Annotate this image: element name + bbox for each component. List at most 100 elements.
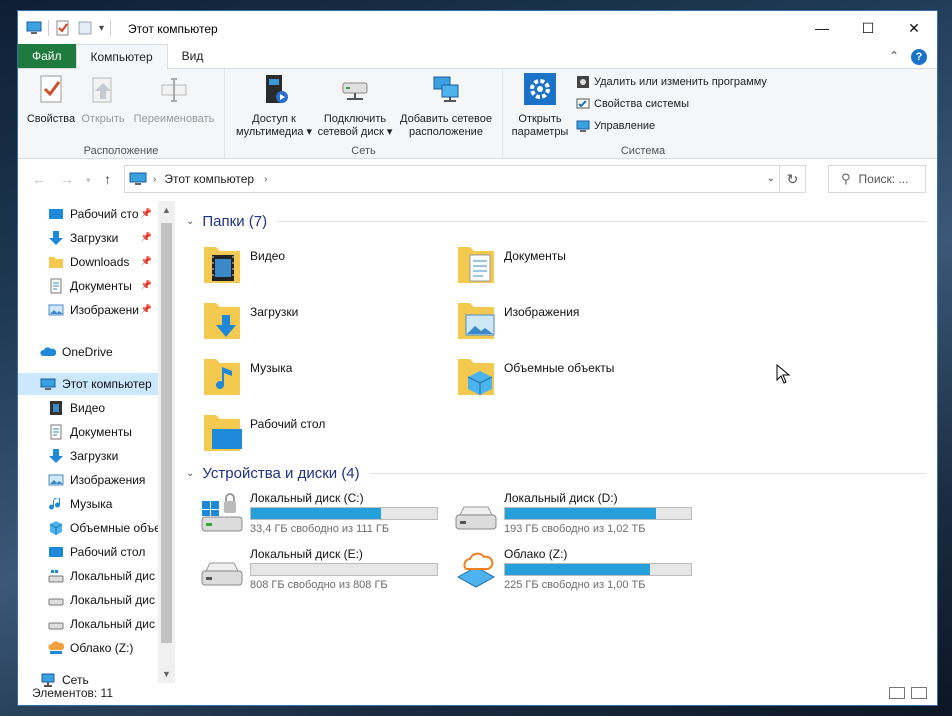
folder-desktop[interactable]: Рабочий стол [202, 409, 442, 459]
nav-item-desktop[interactable]: Рабочий сто 📌 [48, 203, 158, 225]
nav-item-downloads-pc[interactable]: Загрузки [48, 445, 158, 467]
address-history-dropdown[interactable]: ⌄ [767, 173, 775, 184]
system-properties-button[interactable]: Свойства системы [576, 97, 689, 111]
chevron-down-icon: ⌄ [186, 468, 195, 479]
drive-e[interactable]: Локальный диск (E:) 808 ГБ свободно из 8… [200, 547, 450, 597]
computer-icon [129, 172, 147, 185]
nav-item-documents-pc[interactable]: Документы [48, 421, 158, 443]
add-network-location-button[interactable]: Добавить сетевое расположение [395, 73, 497, 139]
new-folder-icon[interactable] [77, 20, 93, 36]
programs-icon [577, 76, 589, 88]
desktop-icon [49, 547, 63, 557]
folder-music[interactable]: Музыка [202, 353, 442, 403]
manage-button[interactable]: Управление [576, 119, 655, 133]
back-button[interactable]: ← [32, 171, 46, 187]
tab-view[interactable]: Вид [168, 44, 218, 68]
documents-icon [50, 278, 62, 294]
folder-documents[interactable]: Документы [456, 241, 696, 291]
nav-item-3d-objects[interactable]: Объемные объе [48, 517, 158, 539]
network-drive-icon [342, 82, 368, 100]
media-server-icon [266, 75, 288, 103]
folders-section-header[interactable]: ⌄ Папки (7) [186, 213, 926, 230]
drives-section-header[interactable]: ⌄ Устройства и диски (4) [186, 465, 926, 482]
music-folder-icon [204, 359, 240, 395]
up-button[interactable]: ↑ [104, 171, 111, 187]
folder-3d-objects[interactable]: Объемные объекты [456, 353, 696, 403]
nav-item-pictures-pc[interactable]: Изображения [48, 469, 158, 491]
nav-scrollbar[interactable]: ▲ ▼ [158, 201, 175, 683]
nav-item-desktop-pc[interactable]: Рабочий стол [48, 541, 158, 563]
forward-button[interactable]: → [60, 171, 74, 187]
nav-item-documents[interactable]: Документы 📌 [48, 275, 158, 297]
3d-objects-icon [49, 521, 63, 535]
drive-usage-bar [504, 507, 692, 520]
ribbon-tabs: Файл Компьютер Вид ⌃ ? [18, 44, 937, 69]
drive-z[interactable]: Облако (Z:) 225 ГБ свободно из 1,00 ТБ [454, 547, 704, 597]
folder-video[interactable]: Видео [202, 241, 442, 291]
music-icon [49, 498, 60, 510]
nav-item-drive-c[interactable]: Локальный дис [48, 565, 158, 587]
breadcrumb-this-pc[interactable]: Этот компьютер [164, 172, 254, 186]
properties-button[interactable]: Свойства [24, 73, 78, 126]
search-input[interactable]: ⚲ Поиск: ... [828, 165, 926, 193]
collapse-ribbon-icon[interactable]: ⌃ [889, 49, 899, 65]
help-icon[interactable]: ? [911, 49, 927, 65]
close-button[interactable]: ✕ [891, 11, 937, 45]
nav-item-cloud-z[interactable]: Облако (Z:) [48, 637, 158, 659]
nav-item-pictures[interactable]: Изображени 📌 [48, 299, 158, 321]
nav-item-drive-d[interactable]: Локальный дис [48, 589, 158, 611]
recent-locations-button[interactable]: ▾ [86, 175, 91, 186]
drive-usage-bar [250, 507, 438, 520]
rename-button[interactable]: Переименовать [128, 73, 220, 126]
title-bar: ▾ Этот компьютер — ☐ ✕ [18, 11, 937, 45]
download-icon [49, 449, 63, 463]
customize-toolbar-icon[interactable]: ▾ [99, 23, 104, 34]
scroll-thumb[interactable] [161, 223, 172, 643]
cloud-drive-icon [48, 641, 64, 654]
breadcrumb-separator[interactable]: › [153, 174, 156, 185]
video-folder-icon [204, 247, 240, 283]
downloads-folder-icon [204, 303, 240, 339]
properties-icon[interactable] [55, 20, 71, 36]
maximize-button[interactable]: ☐ [845, 11, 891, 45]
tab-computer[interactable]: Компьютер [75, 44, 168, 69]
large-icons-view-icon[interactable] [911, 687, 927, 699]
window-controls: — ☐ ✕ [799, 11, 937, 45]
refresh-button[interactable]: ↻ [779, 166, 805, 192]
tab-file[interactable]: Файл [18, 44, 76, 68]
breadcrumb-separator[interactable]: › [264, 174, 267, 185]
computer-management-icon [576, 120, 590, 132]
details-view-icon[interactable] [889, 687, 905, 699]
onedrive-cloud-icon [40, 347, 56, 356]
open-settings-button[interactable]: Открыть параметры [507, 73, 573, 139]
drive-d[interactable]: Локальный диск (D:) 193 ГБ свободно из 1… [454, 491, 704, 541]
nav-item-drive-e[interactable]: Локальный дис [48, 613, 158, 635]
drive-icon [201, 562, 243, 586]
map-network-drive-button[interactable]: Подключить сетевой диск ▾ [317, 73, 393, 139]
network-location-icon [433, 76, 459, 102]
scroll-up-arrow[interactable]: ▲ [162, 205, 171, 215]
scroll-down-arrow[interactable]: ▼ [162, 669, 171, 679]
nav-item-downloads[interactable]: Загрузки 📌 [48, 227, 158, 249]
folder-pictures[interactable]: Изображения [456, 297, 696, 347]
properties-icon [40, 75, 62, 103]
documents-folder-icon [458, 247, 494, 283]
drive-c[interactable]: Локальный диск (C:) 33,4 ГБ свободно из … [200, 491, 450, 541]
nav-item-downloads-folder[interactable]: Downloads 📌 [48, 251, 158, 273]
settings-gear-icon [524, 73, 556, 105]
nav-item-music[interactable]: Музыка [48, 493, 158, 515]
nav-item-onedrive[interactable]: OneDrive [40, 341, 158, 363]
uninstall-program-button[interactable]: Удалить или изменить программу [576, 75, 767, 89]
open-button[interactable]: Открыть [76, 73, 130, 126]
minimize-button[interactable]: — [799, 11, 845, 45]
content-pane: ⌄ Папки (7) Видео Документы Загрузки Изо… [178, 201, 937, 683]
ribbon-group-network: Доступ к мультимедиа ▾ Подключить сетево… [225, 69, 503, 159]
folder-downloads[interactable]: Загрузки [202, 297, 442, 347]
drive-usage-bar [504, 563, 692, 576]
nav-item-video[interactable]: Видео [48, 397, 158, 419]
media-access-button[interactable]: Доступ к мультимедиа ▾ [231, 73, 317, 139]
drive-windows-icon [48, 570, 64, 583]
nav-item-this-pc[interactable]: Этот компьютер [18, 373, 158, 395]
pin-icon: 📌 [140, 304, 152, 314]
address-bar[interactable]: › Этот компьютер › ⌄ ↻ [124, 165, 806, 193]
